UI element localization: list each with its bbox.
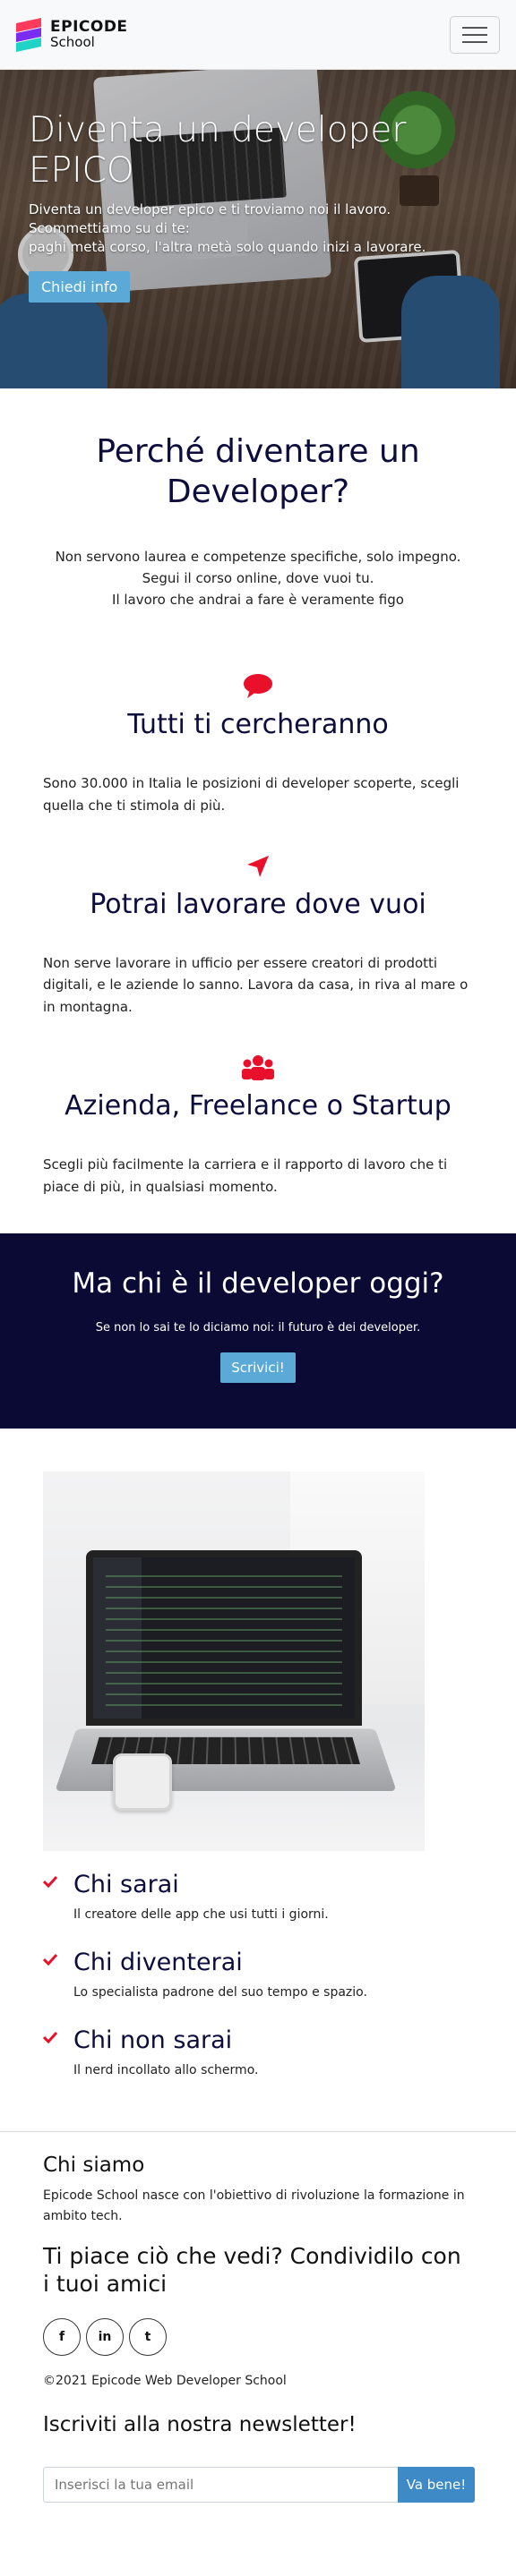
- point-title: Chi sarai: [73, 1871, 329, 1898]
- feature-item: Azienda, Freelance o Startup Scegli più …: [0, 1053, 516, 1198]
- laptop-photo: [43, 1471, 425, 1851]
- check-icon: [43, 1953, 57, 1966]
- feature-title: Tutti ti cercheranno: [43, 709, 473, 740]
- point-text: Il creatore delle app che usi tutti i gi…: [73, 1907, 329, 1922]
- feature-text: Non serve lavorare in ufficio per essere…: [43, 952, 473, 1019]
- check-icon: [43, 2031, 57, 2043]
- list-item: Chi non sarai Il nerd incollato allo sch…: [43, 2026, 473, 2077]
- point-title: Chi diventerai: [73, 1949, 367, 1976]
- newsletter-submit-button[interactable]: Va bene!: [398, 2467, 475, 2503]
- list-item: Chi diventerai Lo specialista padrone de…: [43, 1949, 473, 2000]
- brand-subtitle: School: [50, 36, 128, 50]
- why-title: Perché diventare un Developer?: [43, 431, 473, 512]
- chat-bubble-icon: [243, 673, 273, 700]
- why-section: Perché diventare un Developer? Non servo…: [0, 388, 516, 637]
- about-title: Chi siamo: [43, 2154, 473, 2177]
- about-text: Epicode School nasce con l'obiettivo di …: [43, 2186, 473, 2226]
- twitter-icon[interactable]: t: [129, 2318, 167, 2356]
- points-list: Chi sarai Il creatore delle app che usi …: [43, 1871, 473, 2077]
- band-title: Ma chi è il developer oggi?: [18, 1267, 498, 1300]
- location-arrow-icon: [245, 854, 271, 879]
- why-line: Segui il corso online, dove vuoi tu.: [43, 567, 473, 589]
- brand-name: EPICODE: [50, 20, 128, 36]
- feature-title: Azienda, Freelance o Startup: [43, 1090, 473, 1122]
- navbar: EPICODE School: [0, 0, 516, 70]
- band-text: Se non lo sai te lo diciamo noi: il futu…: [18, 1321, 498, 1335]
- feature-text: Sono 30.000 in Italia le posizioni di de…: [43, 772, 473, 817]
- why-line: Il lavoro che andrai a fare è veramente …: [43, 589, 473, 610]
- feature-title: Potrai lavorare dove vuoi: [43, 889, 473, 920]
- developer-band: Ma chi è il developer oggi? Se non lo sa…: [0, 1233, 516, 1429]
- newsletter-title: Iscriviti alla nostra newsletter!: [43, 2413, 473, 2436]
- phone-image: [113, 1753, 172, 1811]
- newsletter-form: Va bene!: [43, 2467, 475, 2503]
- newsletter-email-input[interactable]: [43, 2467, 398, 2503]
- feature-text: Scegli più facilmente la carriera e il r…: [43, 1154, 473, 1198]
- menu-toggle-button[interactable]: [450, 16, 500, 54]
- point-title: Chi non sarai: [73, 2026, 258, 2054]
- showcase-section: Chi sarai Il creatore delle app che usi …: [0, 1429, 516, 2131]
- users-icon: [241, 1053, 275, 1082]
- why-line: Non servono laurea e competenze specific…: [43, 546, 473, 567]
- feature-item: Tutti ti cercheranno Sono 30.000 in Ital…: [0, 671, 516, 817]
- facebook-icon[interactable]: f: [43, 2318, 81, 2356]
- contact-button[interactable]: Scrivici!: [220, 1352, 296, 1383]
- brand-logo[interactable]: EPICODE School: [16, 19, 128, 51]
- hamburger-icon: [462, 27, 487, 29]
- point-text: Il nerd incollato allo schermo.: [73, 2063, 258, 2077]
- info-button[interactable]: Chiedi info: [29, 271, 130, 303]
- list-item: Chi sarai Il creatore delle app che usi …: [43, 1871, 473, 1922]
- footer: Chi siamo Epicode School nasce con l'obi…: [0, 2131, 516, 2529]
- social-links: f in t: [43, 2318, 473, 2356]
- hero-title: Diventa un developer EPICO: [29, 111, 414, 192]
- share-title: Ti piace ciò che vedi? Condividilo con i…: [43, 2242, 473, 2299]
- hero-text: Diventa un developer epico e ti troviamo…: [29, 200, 494, 257]
- check-icon: [43, 1875, 57, 1888]
- copyright: ©2021 Epicode Web Developer School: [43, 2374, 473, 2388]
- epicode-logo-icon: [16, 19, 41, 51]
- hero: Diventa un developer EPICO Diventa un de…: [0, 70, 516, 388]
- point-text: Lo specialista padrone del suo tempo e s…: [73, 1985, 367, 2000]
- feature-item: Potrai lavorare dove vuoi Non serve lavo…: [0, 851, 516, 1019]
- linkedin-icon[interactable]: in: [86, 2318, 124, 2356]
